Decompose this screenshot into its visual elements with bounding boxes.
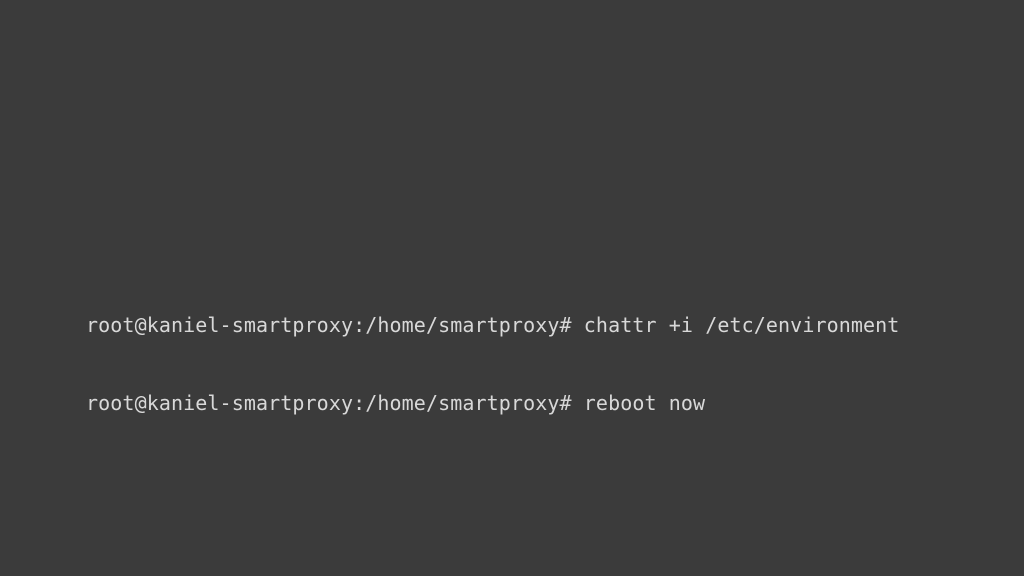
shell-command: reboot now [584, 391, 705, 415]
shell-prompt: root@kaniel-smartproxy:/home/smartproxy# [86, 391, 584, 415]
terminal-line: root@kaniel-smartproxy:/home/smartproxy#… [86, 312, 899, 338]
shell-prompt: root@kaniel-smartproxy:/home/smartproxy# [86, 313, 584, 337]
terminal-output[interactable]: root@kaniel-smartproxy:/home/smartproxy#… [86, 260, 899, 442]
shell-command: chattr +i /etc/environment [584, 313, 900, 337]
terminal-line: root@kaniel-smartproxy:/home/smartproxy#… [86, 390, 899, 416]
